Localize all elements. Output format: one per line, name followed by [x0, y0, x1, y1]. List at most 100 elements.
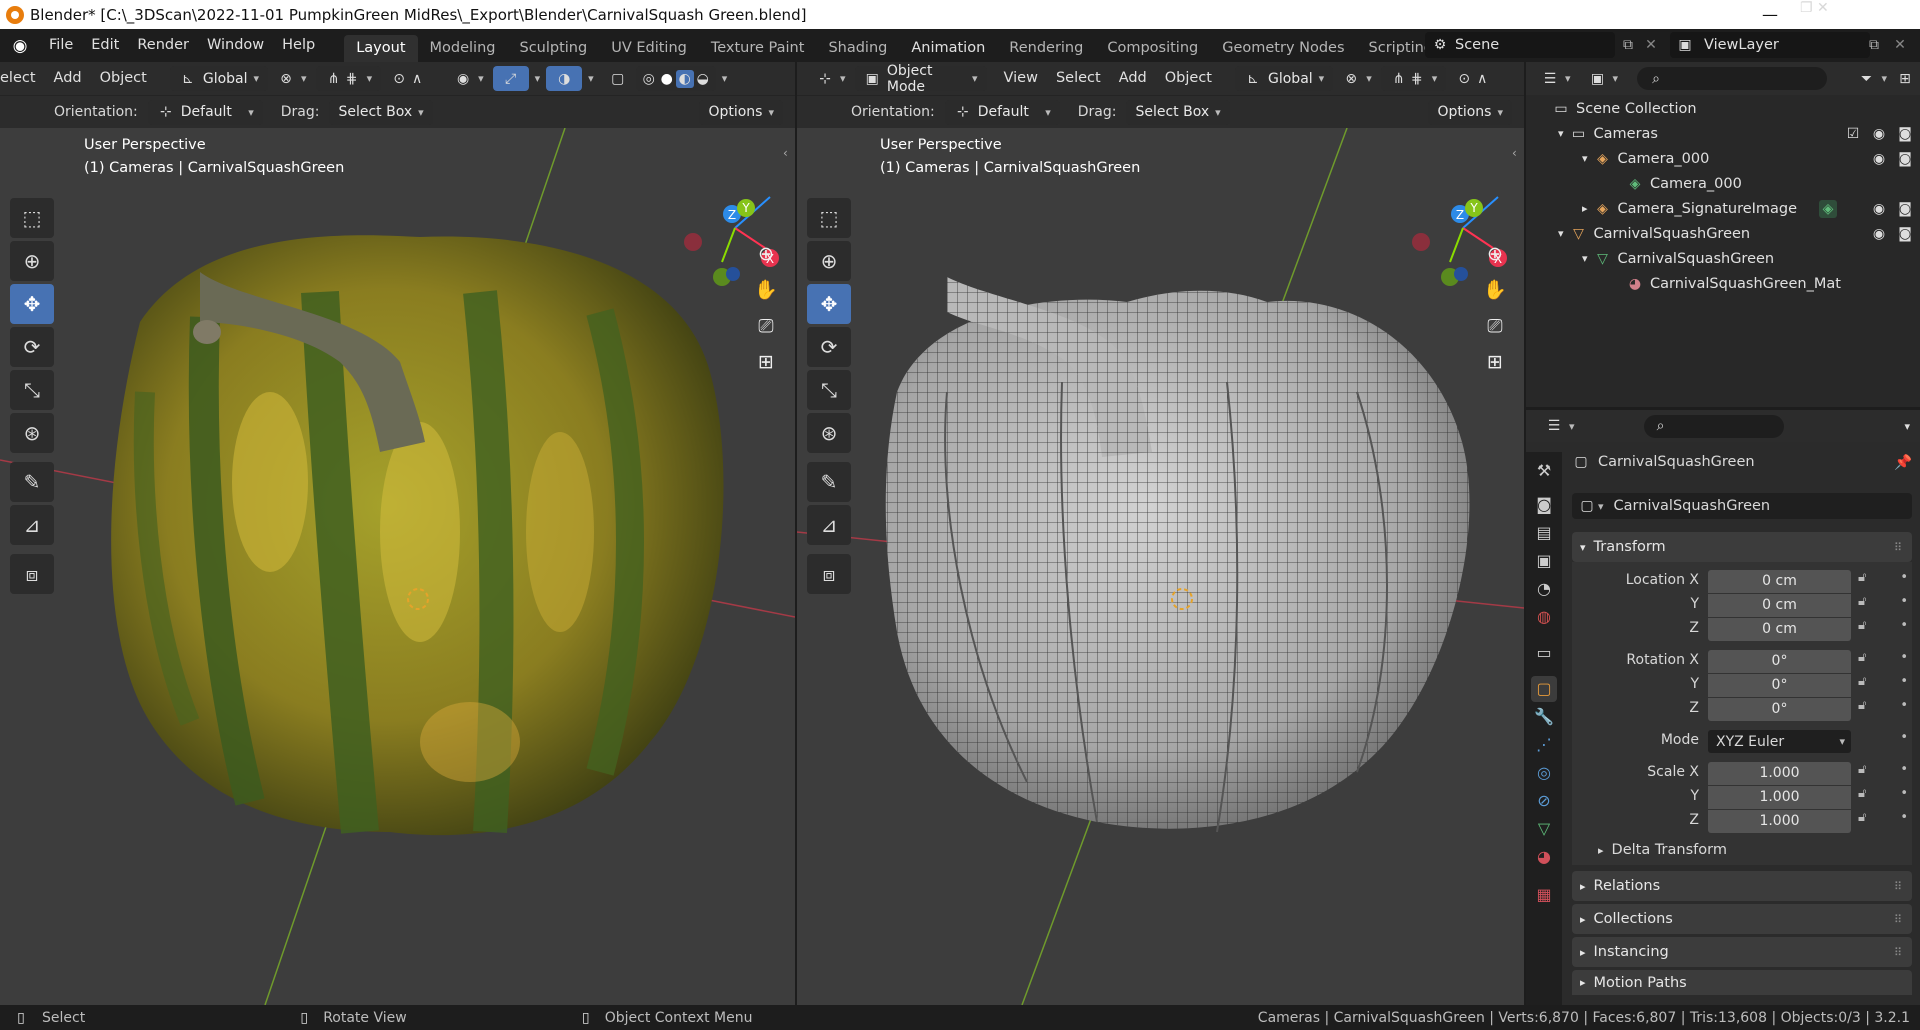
new-scene-icon[interactable]: ⧉ — [1617, 32, 1639, 58]
outliner-editor-type[interactable]: ☰ ▾ — [1532, 66, 1580, 91]
overlay-toggle[interactable]: ◑ — [546, 66, 583, 91]
menu-window[interactable]: Window — [198, 29, 273, 62]
camera-render-icon[interactable]: ◙ — [1896, 200, 1914, 218]
outliner-search-input[interactable]: ⌕ — [1637, 67, 1828, 90]
motion-paths-panel-header[interactable]: ▸ Motion Paths — [1572, 970, 1912, 995]
viewport-left[interactable]: Z Y X elect Add Object ⊾ Global ▾ ⊗ ▾ ⋔ ⋕ ▾ ⊙… — [0, 62, 795, 1005]
restore-button[interactable]: ❐ — [1800, 0, 1813, 16]
xray-toggle[interactable]: ▢ — [600, 66, 636, 91]
menu-edit[interactable]: Edit — [82, 29, 128, 62]
keyframe-dot-icon[interactable]: • — [1900, 594, 1908, 618]
menu-select[interactable]: Select — [1047, 62, 1110, 95]
camera-view-icon[interactable]: ⎚ — [752, 308, 780, 344]
shading-modes[interactable]: ◎ ● ◐ ◒ — [635, 66, 716, 91]
mode-dropdown[interactable]: ▣ Object Mode ▾ — [854, 63, 987, 95]
scene-tab-icon[interactable]: ◔ — [1531, 576, 1557, 602]
camera-view-icon[interactable]: ⎚ — [1481, 308, 1509, 344]
modifier-tab-icon[interactable]: 🔧 — [1531, 704, 1557, 730]
material-tab-icon[interactable]: ◕ — [1531, 844, 1557, 870]
pivot-dropdown[interactable]: ⊗ ▾ — [1333, 66, 1381, 91]
object-datablock-field[interactable]: ▢ ▾ CarnivalSquashGreen — [1572, 493, 1912, 519]
cursor-tool-icon[interactable]: ⊕ — [10, 241, 54, 281]
new-view-layer-icon[interactable]: ⧉ — [1862, 32, 1886, 58]
rotate-tool-icon[interactable]: ⟳ — [807, 327, 851, 367]
annotate-tool-icon[interactable]: ✎ — [807, 462, 851, 502]
viewport-right[interactable]: Z Y X ⊹ ▾ ▣ Object Mode ▾ View Select Add O… — [797, 62, 1524, 1005]
expand-icon[interactable]: ▾ — [1582, 252, 1588, 265]
solid-shading-icon[interactable]: ● — [658, 70, 676, 88]
data-tab-icon[interactable]: ▽ — [1531, 816, 1557, 842]
outliner-item-camera-data[interactable]: ◈ Camera_000 — [1526, 171, 1920, 196]
output-tab-icon[interactable]: ▤ — [1531, 520, 1557, 546]
minimize-button[interactable]: — — [1740, 0, 1800, 29]
tab-geometry-nodes[interactable]: Geometry Nodes — [1210, 35, 1356, 62]
view-layer-selector[interactable]: ▣ ViewLayer — [1670, 32, 1870, 58]
move-tool-icon[interactable]: ✥ — [807, 284, 851, 324]
transform-orientation-dropdown[interactable]: ⊾ Global ▾ — [1235, 66, 1334, 91]
pan-hand-icon[interactable]: ✋ — [1481, 272, 1509, 308]
eye-icon[interactable]: ◉ — [1870, 200, 1888, 218]
object-browse-icon[interactable]: ▢ — [1578, 497, 1596, 515]
keyframe-dot-icon[interactable]: • — [1900, 762, 1908, 786]
pan-hand-icon[interactable]: ✋ — [752, 272, 780, 308]
remove-scene-icon[interactable]: ✕ — [1641, 32, 1661, 58]
location-y-field[interactable]: 0 cm — [1708, 594, 1851, 617]
wireframe-shading-icon[interactable]: ◎ — [640, 70, 658, 88]
menu-help[interactable]: Help — [273, 29, 324, 62]
outliner-root[interactable]: ▭ Scene Collection — [1526, 96, 1920, 121]
render-tab-icon[interactable]: ◙ — [1531, 492, 1557, 518]
gizmo-neg-z-icon[interactable] — [1454, 267, 1468, 281]
checkbox-icon[interactable]: ☑ — [1844, 125, 1862, 143]
eye-icon[interactable]: ◉ — [1870, 225, 1888, 243]
location-x-field[interactable]: 0 cm — [1708, 570, 1851, 593]
tool-tab-icon[interactable]: ⚒ — [1531, 458, 1557, 484]
eye-icon[interactable]: ◉ — [1870, 125, 1888, 143]
lock-icon[interactable]: 🔓︎ — [1858, 786, 1866, 810]
visibility-dropdown[interactable]: ◉ ▾ — [445, 66, 493, 91]
collections-panel-header[interactable]: ▸ Collections ⠿ — [1572, 904, 1912, 934]
options-dropdown[interactable]: Options ▾ — [1428, 99, 1512, 125]
collection-tab-icon[interactable]: ▭ — [1531, 640, 1557, 666]
editor-type-dropdown[interactable]: ⊹ ▾ — [807, 66, 855, 91]
select-box-tool-icon[interactable]: ⬚ — [807, 198, 851, 238]
rotation-z-field[interactable]: 0° — [1708, 698, 1851, 721]
camera-render-icon[interactable]: ◙ — [1896, 225, 1914, 243]
menu-file[interactable]: File — [40, 29, 82, 62]
zoom-icon[interactable]: ⊕ — [752, 236, 780, 272]
lock-icon[interactable]: 🔓︎ — [1858, 594, 1866, 618]
zoom-icon[interactable]: ⊕ — [1481, 236, 1509, 272]
orientation-dropdown[interactable]: ⊹ Default ▾ — [944, 99, 1060, 125]
expand-icon[interactable]: ▾ — [1582, 152, 1588, 165]
outliner-item-camera-signature[interactable]: ▸ ◈ Camera_SignatureImage ◈ ◉ ◙ — [1526, 196, 1920, 221]
sidebar-toggle-icon[interactable]: ‹ — [783, 146, 788, 160]
select-box-tool-icon[interactable]: ⬚ — [10, 198, 54, 238]
lock-icon[interactable]: 🔓︎ — [1858, 762, 1866, 786]
scale-z-field[interactable]: 1.000 — [1708, 810, 1851, 833]
delta-transform-subpanel[interactable]: ▸ Delta Transform — [1598, 842, 1727, 858]
menu-object[interactable]: Object — [91, 62, 156, 95]
tab-animation[interactable]: Animation — [899, 35, 997, 62]
scale-tool-icon[interactable]: ⤡ — [807, 370, 851, 410]
scale-tool-icon[interactable]: ⤡ — [10, 370, 54, 410]
drag-handle-icon[interactable]: ⠿ — [1894, 913, 1902, 926]
scale-x-field[interactable]: 1.000 — [1708, 762, 1851, 785]
outliner-item-cameras[interactable]: ▾ ▭ Cameras ☑ ◉ ◙ — [1526, 121, 1920, 146]
keyframe-dot-icon[interactable]: • — [1900, 810, 1908, 834]
lock-icon[interactable]: 🔓︎ — [1858, 674, 1866, 698]
menu-object[interactable]: Object — [1156, 62, 1221, 95]
keyframe-dot-icon[interactable]: • — [1900, 730, 1908, 762]
eye-icon[interactable]: ◉ — [1870, 150, 1888, 168]
display-mode-dropdown[interactable]: ▣ ▾ — [1580, 66, 1628, 91]
drag-handle-icon[interactable]: ⠿ — [1894, 946, 1902, 959]
filter-dropdown[interactable]: ⏷ ▾ — [1848, 66, 1896, 91]
outliner-item-camera-000[interactable]: ▾ ◈ Camera_000 ◉ ◙ — [1526, 146, 1920, 171]
location-z-field[interactable]: 0 cm — [1708, 618, 1851, 641]
lock-icon[interactable]: 🔓︎ — [1858, 698, 1866, 730]
menu-add[interactable]: Add — [45, 62, 91, 95]
tab-texture-paint[interactable]: Texture Paint — [699, 35, 817, 62]
cursor-tool-icon[interactable]: ⊕ — [807, 241, 851, 281]
rotation-y-field[interactable]: 0° — [1708, 674, 1851, 697]
outliner-item-material[interactable]: ◕ CarnivalSquashGreen_Mat — [1526, 271, 1920, 296]
camera-data-badge-icon[interactable]: ◈ — [1819, 199, 1838, 218]
gizmo-toggle[interactable]: ⤢ — [492, 66, 529, 91]
